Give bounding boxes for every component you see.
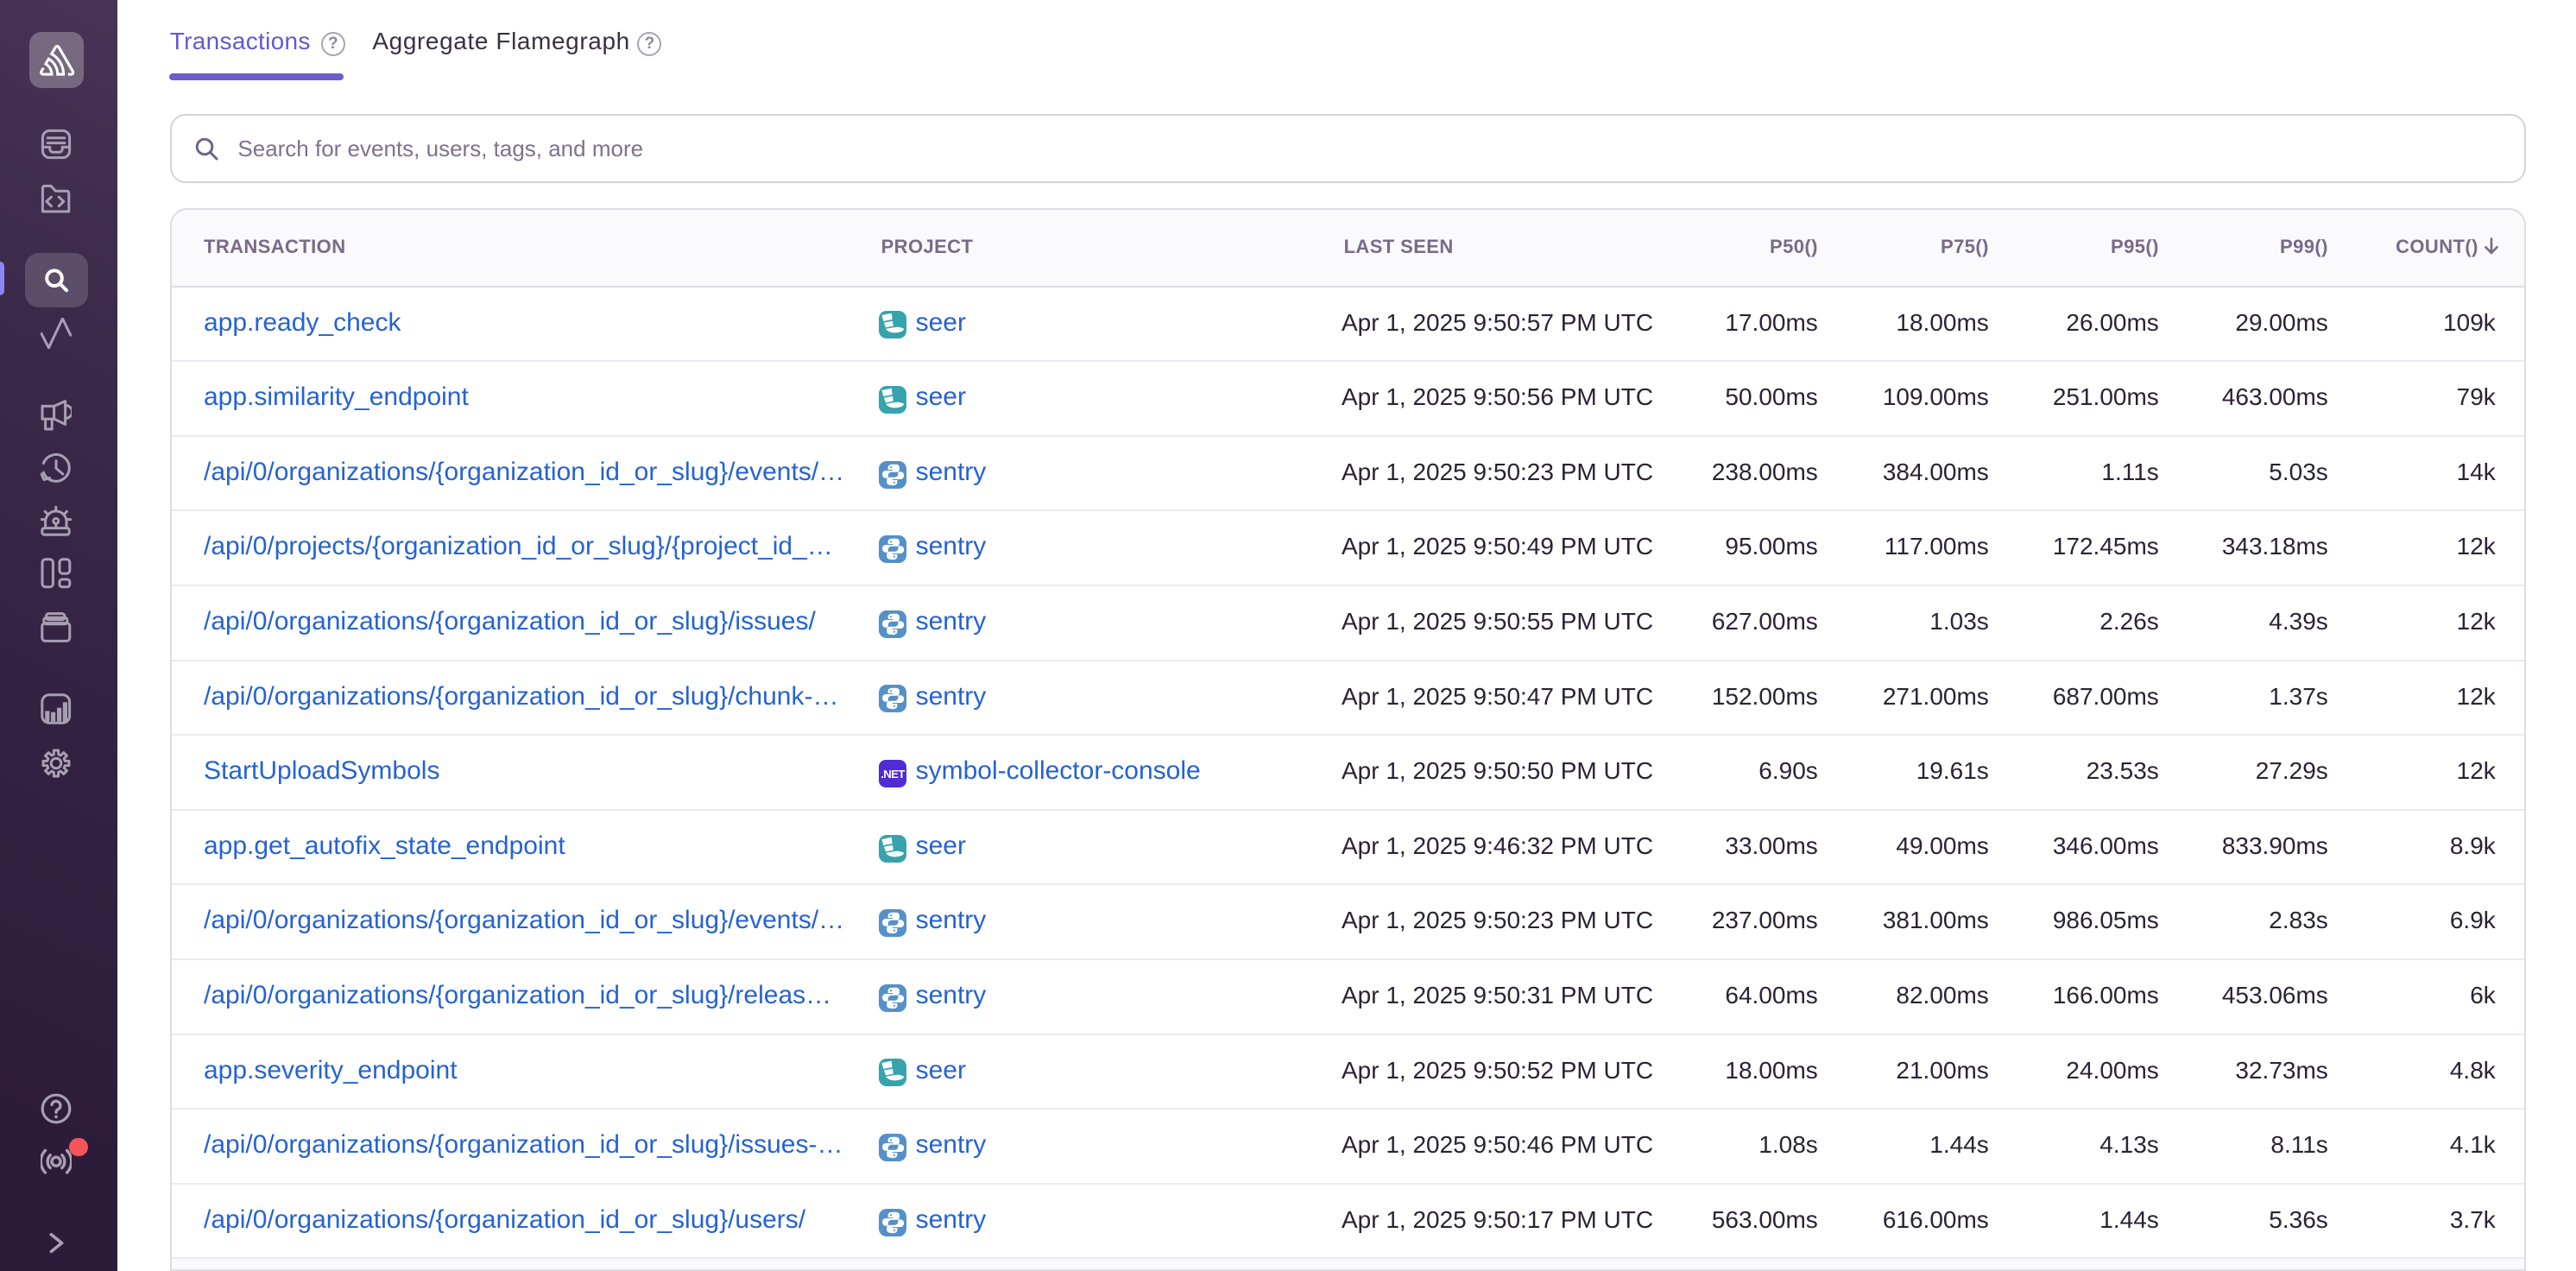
svg-text:.NET: .NET: [881, 768, 905, 781]
